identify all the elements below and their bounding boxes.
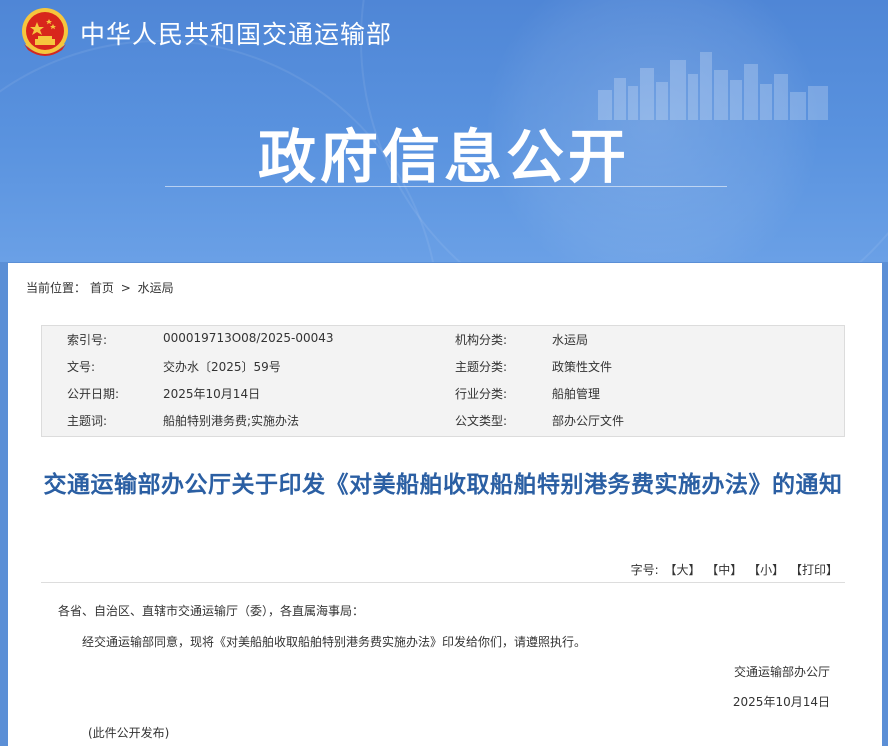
content-panel: 当前位置： 首页 > 水运局 索引号: 000019713O08/2025-00… bbox=[8, 263, 882, 746]
keywords-label: 主题词: bbox=[67, 414, 108, 428]
body-paragraph: 经交通运输部同意，现将《对美船舶收取船舶特别港务费实施办法》印发给你们，请遵照执… bbox=[82, 635, 587, 649]
font-size-toolbar: 字号: 【大】 【中】 【小】 【打印】 bbox=[629, 561, 838, 578]
national-emblem-icon[interactable] bbox=[20, 6, 70, 60]
section-title: 政府信息公开 bbox=[257, 123, 630, 191]
agency-category-label: 机构分类: bbox=[455, 333, 508, 347]
salutation: 各省、自治区、直辖市交通运输厅（委），各直属海事局： bbox=[58, 604, 365, 618]
industry-category-value: 船舶管理 bbox=[552, 387, 601, 401]
publish-note: (此件公开发布) bbox=[88, 726, 170, 740]
breadcrumb-home-link[interactable]: 首页 bbox=[90, 281, 114, 295]
font-size-label: 字号: bbox=[630, 563, 659, 577]
document-number-label: 文号: bbox=[67, 360, 96, 374]
font-size-small-button[interactable]: 【小】 bbox=[748, 563, 784, 577]
document-type-value: 部办公厅文件 bbox=[552, 414, 625, 428]
subject-category-label: 主题分类: bbox=[455, 360, 508, 374]
document-number-value: 交办水〔2025〕59号 bbox=[163, 360, 281, 374]
index-number-label: 索引号: bbox=[67, 333, 108, 347]
breadcrumb: 当前位置： 首页 > 水运局 bbox=[26, 279, 174, 296]
signer: 交通运输部办公厅 bbox=[733, 665, 830, 679]
city-skyline-illustration bbox=[598, 52, 828, 120]
metadata-row: 索引号: 000019713O08/2025-00043 机构分类: 水运局 bbox=[42, 331, 844, 353]
breadcrumb-section-link[interactable]: 水运局 bbox=[138, 281, 174, 295]
index-number-value: 000019713O08/2025-00043 bbox=[163, 331, 334, 345]
metadata-row: 公开日期: 2025年10月14日 行业分类: 船舶管理 bbox=[42, 385, 844, 407]
publish-date-label: 公开日期: bbox=[67, 387, 120, 401]
breadcrumb-label: 当前位置： bbox=[26, 281, 87, 295]
document-type-label: 公文类型: bbox=[455, 414, 508, 428]
metadata-row: 文号: 交办水〔2025〕59号 主题分类: 政策性文件 bbox=[42, 358, 844, 380]
document-title: 交通运输部办公厅关于印发《对美船舶收取船舶特别港务费实施办法》的通知 bbox=[43, 472, 843, 498]
ministry-name[interactable]: 中华人民共和国交通运输部 bbox=[80, 15, 392, 51]
subject-category-value: 政策性文件 bbox=[552, 360, 613, 374]
sign-date: 2025年10月14日 bbox=[732, 695, 830, 709]
font-size-medium-button[interactable]: 【中】 bbox=[706, 563, 742, 577]
publish-date-value: 2025年10月14日 bbox=[163, 387, 261, 401]
keywords-value: 船舶特别港务费;实施办法 bbox=[163, 414, 300, 428]
industry-category-label: 行业分类: bbox=[455, 387, 508, 401]
document-metadata-table: 索引号: 000019713O08/2025-00043 机构分类: 水运局 文… bbox=[41, 325, 845, 437]
site-banner: 中华人民共和国交通运输部 政府信息公开 bbox=[0, 0, 888, 262]
font-size-large-button[interactable]: 【大】 bbox=[664, 563, 700, 577]
agency-category-value: 水运局 bbox=[552, 333, 589, 347]
breadcrumb-separator: > bbox=[120, 281, 131, 295]
title-underline bbox=[165, 186, 727, 187]
print-button[interactable]: 【打印】 bbox=[790, 563, 838, 577]
metadata-row: 主题词: 船舶特别港务费;实施办法 公文类型: 部办公厅文件 bbox=[42, 412, 844, 434]
content-divider bbox=[41, 582, 845, 583]
